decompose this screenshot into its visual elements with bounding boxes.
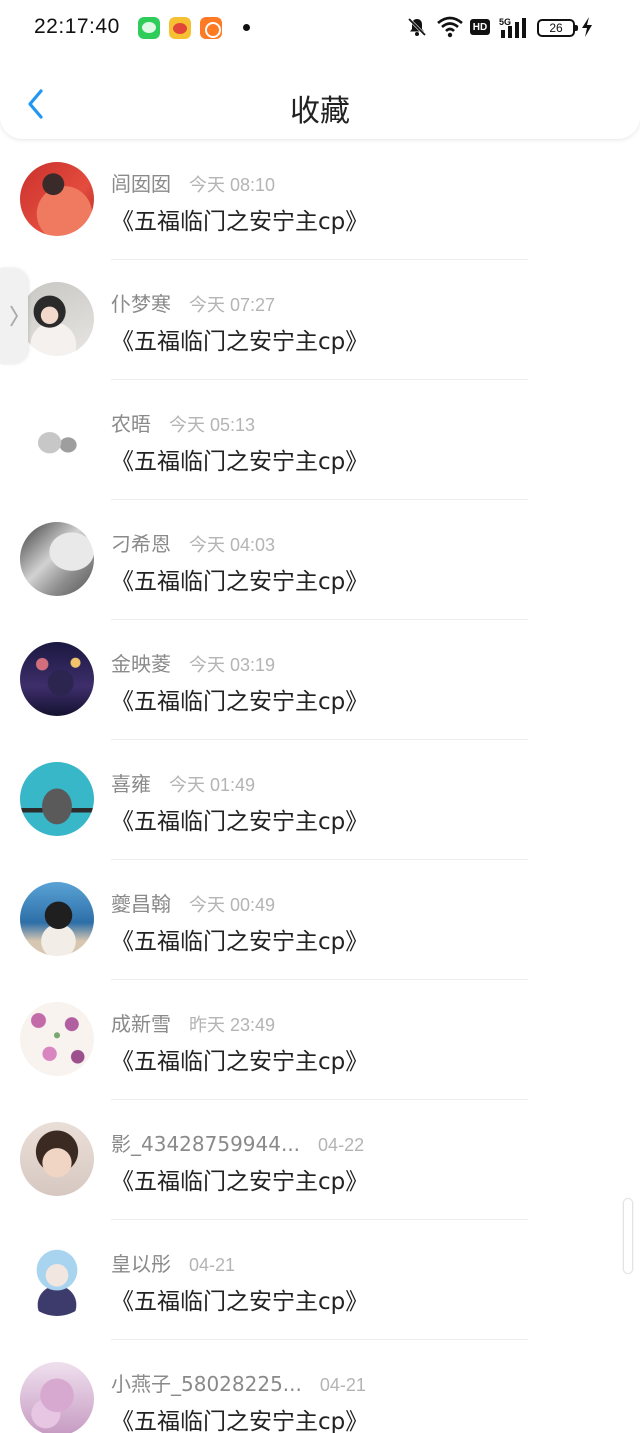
avatar[interactable] bbox=[20, 1242, 94, 1316]
timestamp: 今天 01:49 bbox=[169, 775, 256, 795]
list-item[interactable]: 农晤 今天 05:13 《五福临门之安宁主cp》 bbox=[0, 380, 640, 500]
battery-level: 26 bbox=[549, 21, 563, 35]
scrollbar[interactable] bbox=[623, 1198, 633, 1274]
user-name: 金映菱 今天 03:19 bbox=[111, 652, 276, 676]
timestamp: 04-22 bbox=[318, 1135, 365, 1155]
timestamp: 今天 08:10 bbox=[189, 175, 276, 195]
timestamp: 今天 00:49 bbox=[189, 895, 276, 915]
user-name: 刁希恩 今天 04:03 bbox=[111, 532, 276, 556]
list-item[interactable]: 成新雪 昨天 23:49 《五福临门之安宁主cp》 bbox=[0, 980, 640, 1100]
favorite-title: 《五福临门之安宁主cp》 bbox=[111, 329, 369, 355]
avatar[interactable] bbox=[20, 1362, 94, 1433]
avatar[interactable] bbox=[20, 1122, 94, 1196]
avatar[interactable] bbox=[20, 642, 94, 716]
avatar[interactable] bbox=[20, 882, 94, 956]
list-item[interactable]: 刁希恩 今天 04:03 《五福临门之安宁主cp》 bbox=[0, 500, 640, 620]
list-item[interactable]: 小燕子_58028225... 04-21 《五福临门之安宁主cp》 bbox=[0, 1340, 640, 1433]
favorite-title: 《五福临门之安宁主cp》 bbox=[111, 449, 369, 475]
user-name: 影_43428759944... 04-22 bbox=[111, 1132, 365, 1156]
status-bar: 22:17:40 HD 5G 26 bbox=[0, 0, 640, 60]
charging-bolt-icon bbox=[582, 17, 592, 37]
list-item[interactable]: 金映菱 今天 03:19 《五福临门之安宁主cp》 bbox=[0, 620, 640, 740]
side-drawer-handle[interactable] bbox=[0, 268, 28, 364]
avatar[interactable] bbox=[20, 162, 94, 236]
hd-icon: HD bbox=[470, 19, 490, 35]
favorite-title: 《五福临门之安宁主cp》 bbox=[111, 209, 369, 235]
list-item[interactable]: 喜雍 今天 01:49 《五福临门之安宁主cp》 bbox=[0, 740, 640, 860]
user-name: 皇以彤 04-21 bbox=[111, 1252, 236, 1276]
timestamp: 04-21 bbox=[189, 1255, 236, 1275]
favorites-list: 闾囡囡 今天 08:10 《五福临门之安宁主cp》 仆梦寒 今天 07:27 《五福… bbox=[0, 140, 640, 1433]
wifi-icon bbox=[437, 16, 463, 38]
avatar[interactable] bbox=[20, 402, 94, 476]
svg-text:5G: 5G bbox=[499, 17, 511, 27]
user-name: 小燕子_58028225... 04-21 bbox=[111, 1372, 366, 1396]
favorite-title: 《五福临门之安宁主cp》 bbox=[111, 1289, 369, 1315]
battery-icon: 26 bbox=[537, 19, 578, 37]
list-item[interactable]: 仆梦寒 今天 07:27 《五福临门之安宁主cp》 bbox=[0, 260, 640, 380]
user-name: 农晤 今天 05:13 bbox=[111, 412, 256, 436]
avatar[interactable] bbox=[20, 1002, 94, 1076]
user-name: 仆梦寒 今天 07:27 bbox=[111, 292, 276, 316]
favorite-title: 《五福临门之安宁主cp》 bbox=[111, 809, 369, 835]
notification-dot-icon bbox=[243, 24, 250, 31]
timestamp: 昨天 23:49 bbox=[189, 1015, 276, 1035]
favorite-title: 《五福临门之安宁主cp》 bbox=[111, 1409, 369, 1433]
avatar[interactable] bbox=[20, 282, 94, 356]
timestamp: 04-21 bbox=[319, 1375, 366, 1395]
favorite-title: 《五福临门之安宁主cp》 bbox=[111, 1049, 369, 1075]
wechat-icon bbox=[138, 17, 160, 39]
user-name: 夔昌翰 今天 00:49 bbox=[111, 892, 276, 916]
top-bar: 22:17:40 HD 5G 26 收藏 bbox=[0, 0, 640, 139]
signal-5g-icon: 5G bbox=[499, 17, 526, 38]
favorite-title: 《五福临门之安宁主cp》 bbox=[111, 929, 369, 955]
avatar[interactable] bbox=[20, 522, 94, 596]
favorite-title: 《五福临门之安宁主cp》 bbox=[111, 689, 369, 715]
timestamp: 今天 04:03 bbox=[189, 535, 276, 555]
page-title: 收藏 bbox=[290, 94, 350, 129]
user-name: 成新雪 昨天 23:49 bbox=[111, 1012, 276, 1036]
weibo-icon bbox=[169, 17, 191, 39]
status-time: 22:17:40 bbox=[34, 15, 120, 38]
timestamp: 今天 07:27 bbox=[189, 295, 276, 315]
timestamp: 今天 03:19 bbox=[189, 655, 276, 675]
chevron-right-icon bbox=[10, 305, 19, 327]
kuaishou-icon bbox=[200, 17, 222, 39]
favorite-title: 《五福临门之安宁主cp》 bbox=[111, 1169, 369, 1195]
list-item[interactable]: 闾囡囡 今天 08:10 《五福临门之安宁主cp》 bbox=[0, 140, 640, 260]
favorite-title: 《五福临门之安宁主cp》 bbox=[111, 569, 369, 595]
avatar[interactable] bbox=[20, 762, 94, 836]
mute-bell-icon bbox=[407, 17, 427, 37]
timestamp: 今天 05:13 bbox=[169, 415, 256, 435]
user-name: 喜雍 今天 01:49 bbox=[111, 772, 256, 796]
user-name: 闾囡囡 今天 08:10 bbox=[111, 172, 276, 196]
list-item[interactable]: 夔昌翰 今天 00:49 《五福临门之安宁主cp》 bbox=[0, 860, 640, 980]
list-item[interactable]: 影_43428759944... 04-22 《五福临门之安宁主cp》 bbox=[0, 1100, 640, 1220]
list-item[interactable]: 皇以彤 04-21 《五福临门之安宁主cp》 bbox=[0, 1220, 640, 1340]
